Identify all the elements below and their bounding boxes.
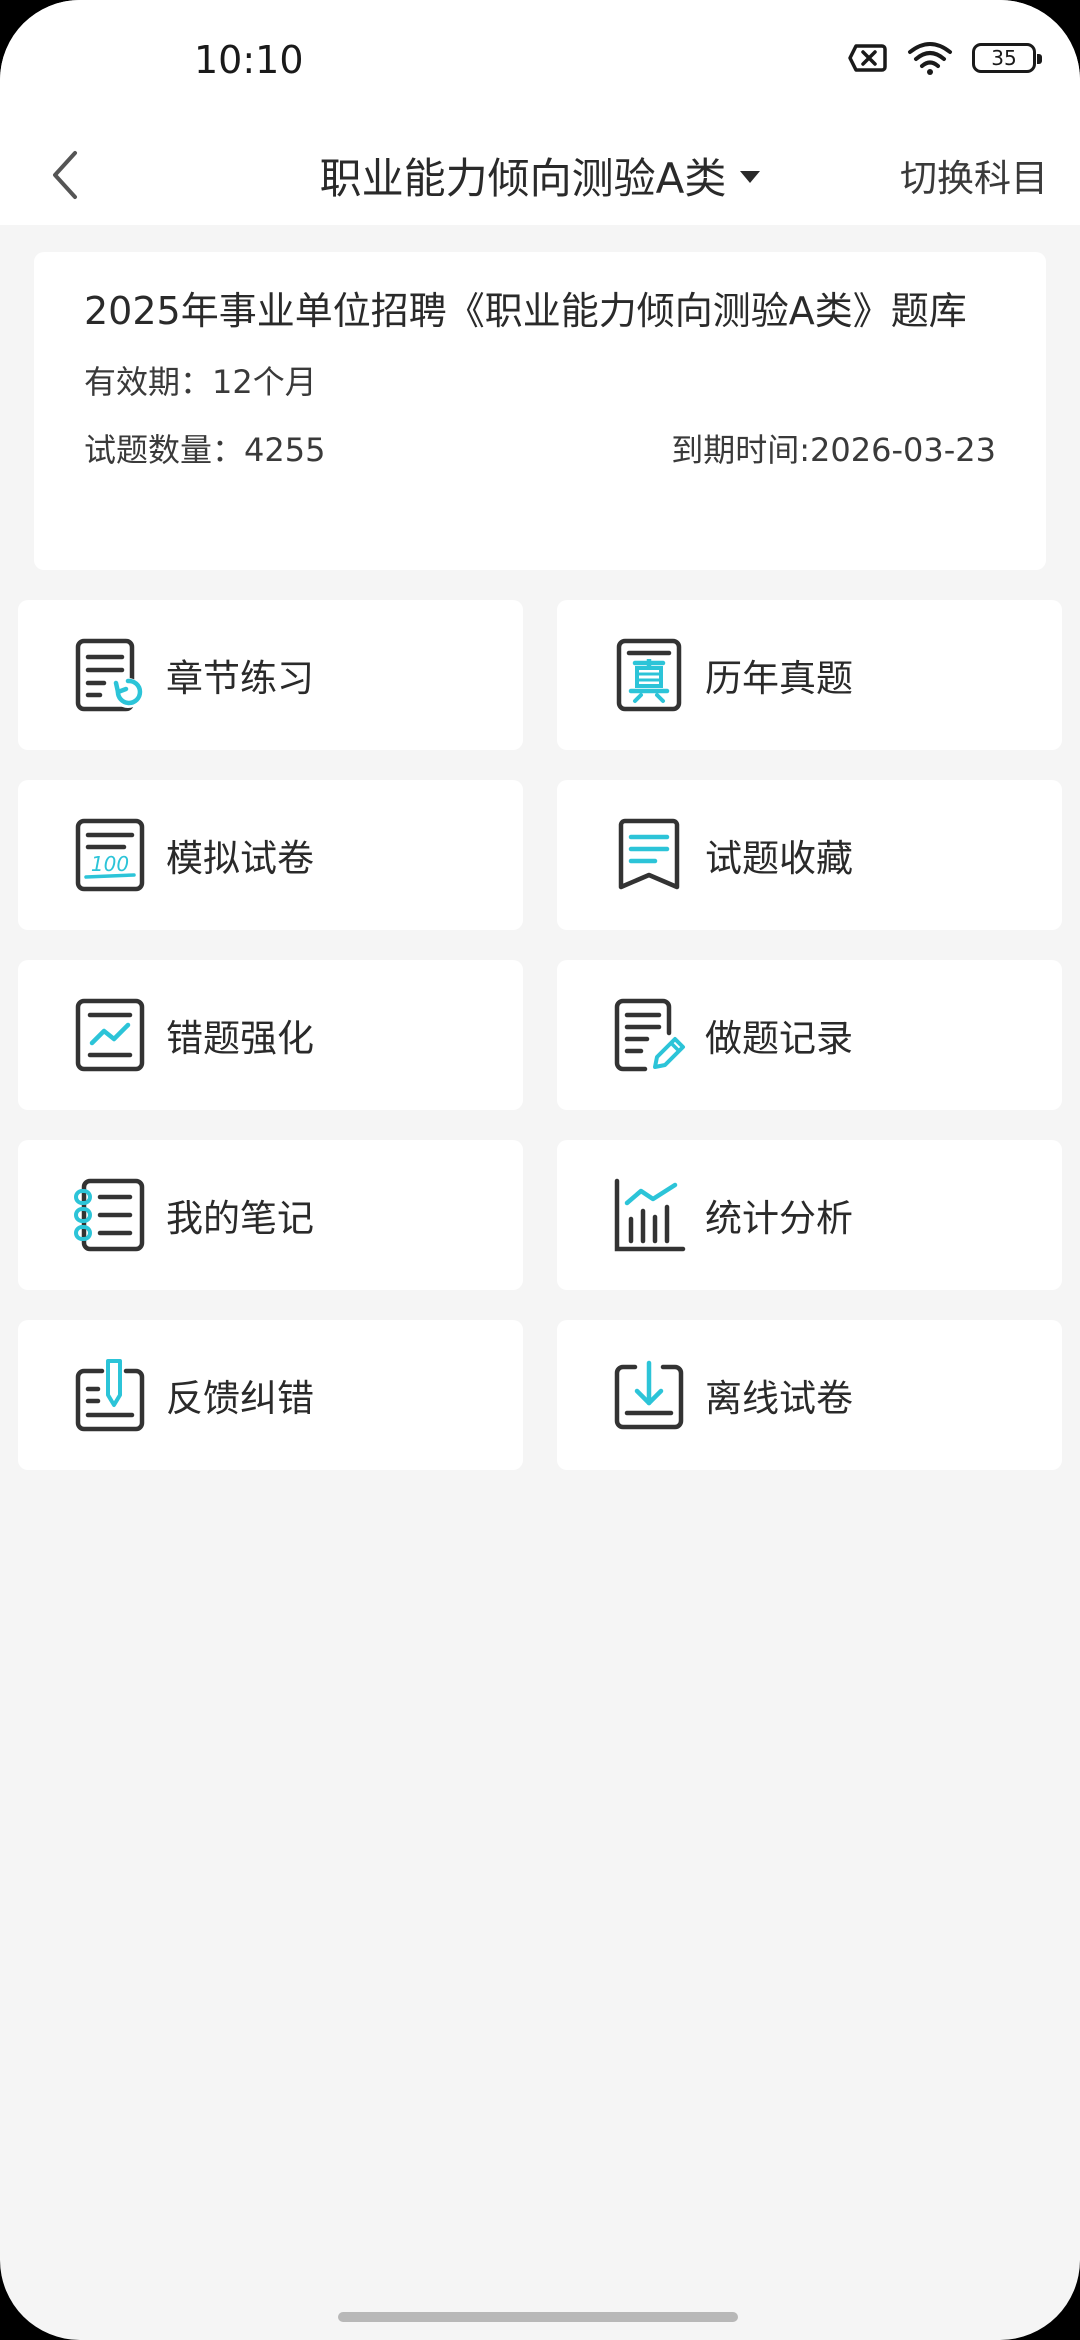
tile-label: 错题强化 (166, 1017, 314, 1060)
mock-exam-button[interactable]: 100 模拟试卷 (18, 780, 523, 930)
status-icons: 35 (848, 40, 1042, 76)
tile-label: 离线试卷 (705, 1377, 853, 1420)
practice-record-icon (614, 998, 685, 1072)
svg-text:100: 100 (91, 852, 129, 876)
count-expiry-row: 试题数量：4255 到期时间:2026-03-23 (84, 428, 996, 472)
wrong-questions-button[interactable]: 错题强化 (18, 960, 523, 1110)
favorites-icon (618, 818, 680, 890)
tile-label: 试题收藏 (705, 837, 853, 880)
tile-label: 做题记录 (705, 1017, 853, 1060)
navigation-header: 职业能力倾向测验A类 切换科目 (0, 125, 1080, 225)
sim-error-icon (848, 44, 887, 72)
practice-record-button[interactable]: 做题记录 (557, 960, 1062, 1110)
chapter-practice-icon (75, 638, 143, 712)
function-grid: 章节练习 历年真题 100 模拟试卷 试题收藏 错题强化 做题记录 我的笔记 统… (18, 600, 1062, 1470)
tile-label: 模拟试卷 (166, 837, 314, 880)
offline-exam-button[interactable]: 离线试卷 (557, 1320, 1062, 1470)
status-bar: 10:10 35 (0, 0, 1080, 125)
question-bank-info-card: 2025年事业单位招聘《职业能力倾向测验A类》题库 有效期：12个月 试题数量：… (34, 252, 1046, 570)
statistics-button[interactable]: 统计分析 (557, 1140, 1062, 1290)
expiry-date: 到期时间:2026-03-23 (671, 431, 996, 469)
tile-label: 统计分析 (705, 1197, 853, 1240)
favorites-button[interactable]: 试题收藏 (557, 780, 1062, 930)
status-time: 10:10 (194, 38, 304, 82)
mock-exam-icon: 100 (75, 818, 145, 892)
app-screen: 10:10 35 职业能力倾向测验A类 切换科目 2025年事业单位招聘《职业能… (0, 0, 1080, 2340)
offline-download-icon (614, 1360, 684, 1430)
question-bank-title: 2025年事业单位招聘《职业能力倾向测验A类》题库 (84, 289, 967, 333)
past-exams-icon (616, 638, 682, 712)
tile-label: 历年真题 (705, 657, 853, 700)
notes-icon (74, 1178, 145, 1252)
wifi-icon (908, 42, 952, 75)
chapter-practice-button[interactable]: 章节练习 (18, 600, 523, 750)
home-indicator[interactable] (338, 2312, 738, 2322)
tile-label: 章节练习 (166, 657, 314, 700)
switch-subject-button[interactable]: 切换科目 (900, 125, 1048, 225)
tile-label: 我的笔记 (166, 1197, 314, 1240)
wrong-questions-icon (75, 998, 145, 1072)
statistics-icon (614, 1178, 686, 1252)
tile-label: 反馈纠错 (166, 1377, 314, 1420)
back-button[interactable] (30, 125, 100, 225)
page-title[interactable]: 职业能力倾向测验A类 (320, 145, 727, 206)
question-count: 试题数量：4255 (84, 431, 326, 469)
chevron-left-icon (53, 151, 77, 199)
feedback-icon (75, 1359, 145, 1432)
battery-icon: 35 (972, 43, 1042, 73)
validity-period: 有效期：12个月 (84, 363, 317, 401)
past-exams-button[interactable]: 历年真题 (557, 600, 1062, 750)
caret-down-icon[interactable] (740, 171, 761, 183)
feedback-button[interactable]: 反馈纠错 (18, 1320, 523, 1470)
notes-button[interactable]: 我的笔记 (18, 1140, 523, 1290)
